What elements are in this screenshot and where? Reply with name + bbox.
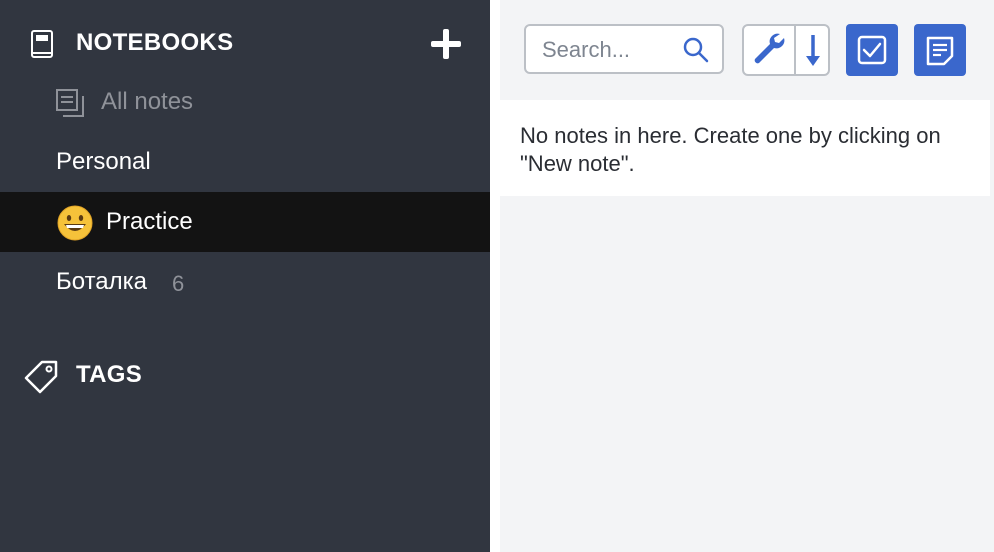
sort-direction-button[interactable] <box>796 26 830 74</box>
new-note-button[interactable] <box>914 24 966 76</box>
tags-header[interactable]: TAGS <box>0 350 490 400</box>
note-list: No notes in here. Create one by clicking… <box>500 100 990 196</box>
panel-divider[interactable] <box>490 0 500 552</box>
search-input[interactable] <box>540 35 684 65</box>
tags-title: TAGS <box>76 361 143 388</box>
all-notes-icon <box>56 89 84 117</box>
notebooks-title: NOTEBOOKS <box>76 29 234 56</box>
note-icon <box>926 36 954 66</box>
sidebar-item-label: Боталка <box>56 268 148 295</box>
sidebar-item-label: All notes <box>101 88 194 115</box>
arrow-down-icon <box>806 35 820 66</box>
sidebar-item-practice[interactable]: Practice <box>0 192 490 252</box>
notebooks-header[interactable]: NOTEBOOKS <box>0 20 490 66</box>
sidebar: NOTEBOOKS All notes Personal Practice Бо… <box>0 0 490 552</box>
new-todo-button[interactable] <box>846 24 898 76</box>
sidebar-item-all-notes[interactable]: All notes <box>0 72 490 132</box>
sidebar-item-label: Personal <box>56 148 151 175</box>
tag-icon <box>24 360 58 394</box>
checkbox-icon <box>857 35 887 65</box>
sort-button-group <box>742 24 830 76</box>
sidebar-item-label: Practice <box>106 208 193 235</box>
sidebar-item-personal[interactable]: Personal <box>0 132 490 192</box>
sort-order-button[interactable] <box>744 26 796 74</box>
note-list-toolbar <box>500 0 994 100</box>
sidebar-item-botalka[interactable]: Боталка 6 <box>0 252 490 312</box>
search-box <box>524 24 724 74</box>
empty-note-list-message: No notes in here. Create one by clicking… <box>520 123 941 176</box>
add-notebook-button[interactable] <box>428 26 464 62</box>
wrench-icon <box>754 33 785 64</box>
note-count-badge: 6 <box>172 271 185 296</box>
grinning-face-icon <box>57 205 93 241</box>
notebook-icon <box>31 30 53 58</box>
search-icon[interactable] <box>682 36 710 64</box>
